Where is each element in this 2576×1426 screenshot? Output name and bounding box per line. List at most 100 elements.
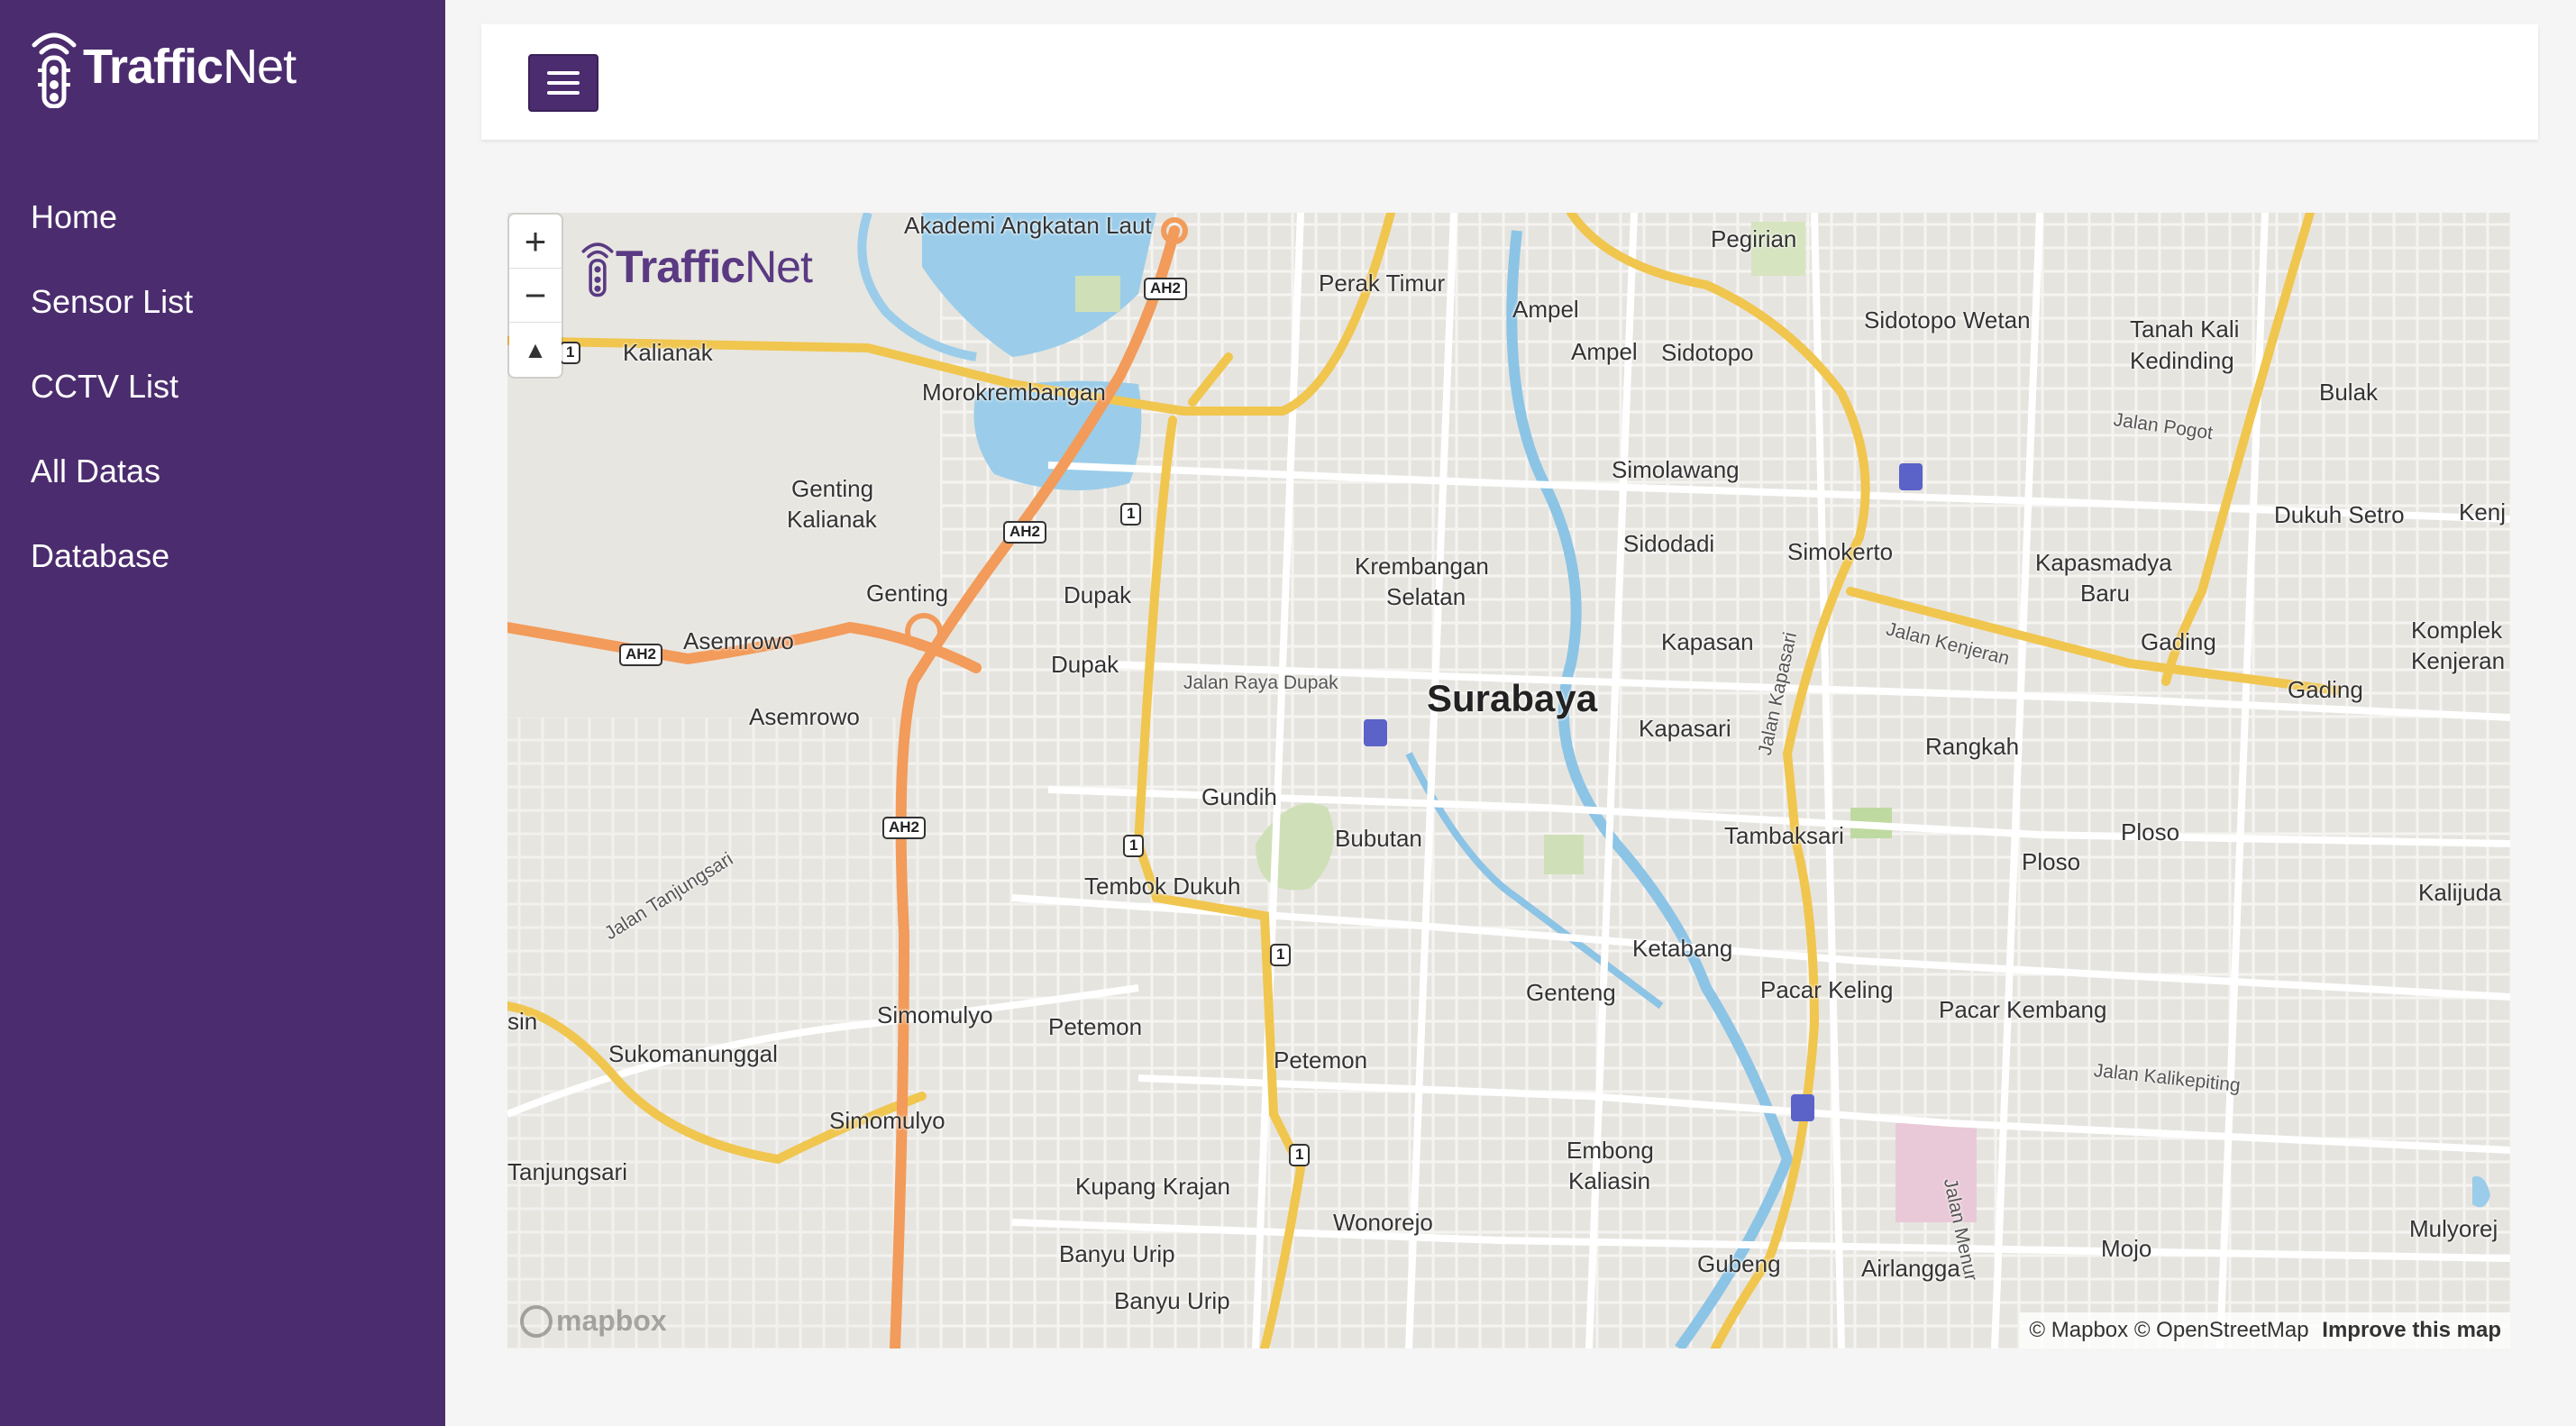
- place-label: Kalianak: [787, 506, 877, 533]
- map-brand-logo: TrafficNet: [580, 231, 813, 303]
- place-label: Dukuh Setro: [2274, 501, 2405, 528]
- road-shield: AH2: [619, 644, 663, 666]
- map-view[interactable]: TrafficNet Akademi Angkatan Laut Perak Ti…: [507, 213, 2510, 1348]
- place-label: Akademi Angkatan Laut: [904, 213, 1152, 239]
- mapbox-icon: [520, 1304, 553, 1338]
- place-label: Kapasmadya: [2035, 549, 2172, 576]
- place-label: Simomulyo: [877, 1001, 993, 1028]
- place-label: Mulyorej: [2409, 1215, 2498, 1242]
- sidebar-nav: Home Sensor List CCTV List All Datas Dat…: [31, 187, 193, 611]
- place-label: Ampel: [1512, 296, 1579, 323]
- mapbox-logo[interactable]: mapbox: [520, 1304, 667, 1338]
- place-label: Petemon: [1048, 1013, 1143, 1040]
- place-label: Ampel: [1571, 338, 1638, 365]
- place-label: Tambaksari: [1724, 822, 1844, 849]
- sidebar: TrafficNet Home Sensor List CCTV List Al…: [0, 0, 445, 1426]
- road-shield: 1: [1289, 1144, 1311, 1166]
- brand-name: TrafficNet: [83, 40, 297, 94]
- place-label: Gading: [2288, 676, 2363, 703]
- road-shield: 1: [560, 342, 581, 364]
- map-tiles: [507, 213, 2510, 1348]
- zoom-controls: + − ▲: [509, 215, 562, 377]
- nav-home[interactable]: Home: [31, 187, 193, 272]
- place-label: Pegirian: [1711, 225, 1797, 252]
- zoom-out-button[interactable]: −: [509, 269, 562, 323]
- place-label: Petemon: [1274, 1047, 1368, 1074]
- brand-logo[interactable]: TrafficNet: [29, 22, 297, 112]
- place-label: Bulak: [2319, 379, 2379, 406]
- place-label: Simokerto: [1787, 538, 1894, 565]
- place-label: Kapasan: [1661, 628, 1754, 655]
- place-label: Genting: [866, 580, 949, 607]
- road-shield: AH2: [882, 817, 927, 839]
- place-label: Genteng: [1526, 979, 1616, 1006]
- place-label: Tembok Dukuh: [1084, 873, 1241, 900]
- place-label: Banyu Urip: [1059, 1240, 1175, 1267]
- place-label: Selatan: [1386, 583, 1466, 610]
- place-label: Baru: [2080, 580, 2130, 607]
- place-label: Kedinding: [2130, 347, 2234, 374]
- road-shield: 1: [1270, 944, 1292, 966]
- place-label: Gading: [2141, 628, 2216, 655]
- place-label: Dupak: [1051, 651, 1119, 678]
- place-label: Pacar Kembang: [1939, 996, 2107, 1023]
- nav-sensor-list[interactable]: Sensor List: [31, 272, 193, 357]
- place-label: Gundih: [1201, 783, 1277, 810]
- place-label: Ploso: [2121, 818, 2180, 846]
- attribution-osm-link[interactable]: © OpenStreetMap: [2134, 1318, 2309, 1342]
- place-label: Kupang Krajan: [1075, 1173, 1231, 1200]
- place-label: Pacar Keling: [1760, 976, 1894, 1003]
- nav-cctv-list[interactable]: CCTV List: [31, 357, 193, 442]
- place-label: Sidodadi: [1623, 530, 1715, 557]
- place-label: Kalianak: [623, 339, 713, 366]
- place-label: Mojo: [2101, 1235, 2152, 1262]
- place-label: Airlangga: [1861, 1255, 1960, 1282]
- train-station-icon: [1364, 719, 1387, 746]
- place-label: Asemrowo: [749, 703, 860, 730]
- place-label: Kalijuda: [2418, 879, 2502, 906]
- hamburger-icon: [547, 71, 580, 75]
- place-label: Kaliasin: [1568, 1167, 1651, 1194]
- place-label: Genting: [791, 475, 874, 502]
- road-shield: AH2: [1144, 278, 1188, 300]
- place-label: Ploso: [2022, 848, 2081, 875]
- place-label: Kapasari: [1639, 715, 1731, 742]
- compass-button[interactable]: ▲: [509, 323, 562, 377]
- traffic-light-icon: [581, 242, 614, 297]
- place-label: Banyu Urip: [1114, 1287, 1230, 1314]
- place-label: Sukomanunggal: [608, 1040, 778, 1067]
- road-shield: AH2: [1003, 521, 1047, 544]
- nav-database[interactable]: Database: [31, 526, 193, 611]
- place-label: Gubeng: [1697, 1250, 1781, 1277]
- improve-map-link[interactable]: Improve this map: [2322, 1318, 2501, 1342]
- road-shield: 1: [1120, 503, 1142, 526]
- place-label: Tanah Kali: [2130, 315, 2240, 343]
- city-label: Surabaya: [1427, 677, 1598, 719]
- place-label: Sidotopo Wetan: [1864, 306, 2031, 334]
- nav-all-datas[interactable]: All Datas: [31, 442, 193, 526]
- place-label: Komplek: [2411, 617, 2503, 644]
- place-label: Wonorejo: [1333, 1209, 1433, 1236]
- map-attribution: © Mapbox © OpenStreetMap Improve this ma…: [2020, 1312, 2510, 1348]
- place-label: Simolawang: [1612, 456, 1740, 483]
- place-label: Simomulyo: [829, 1107, 945, 1134]
- road-shield: 1: [1123, 835, 1145, 857]
- place-label: Ketabang: [1632, 935, 1733, 962]
- place-label: Sidotopo: [1661, 339, 1754, 366]
- place-label: Dupak: [1064, 581, 1132, 608]
- road-label: Jalan Raya Dupak: [1183, 672, 1338, 693]
- topbar: [481, 24, 2538, 140]
- place-label: Asemrowo: [683, 627, 794, 654]
- place-label: Tanjungsari: [507, 1158, 627, 1185]
- place-label: Kenjeran: [2411, 647, 2506, 674]
- traffic-light-icon: [32, 32, 77, 108]
- place-label: Perak Timur: [1319, 270, 1446, 297]
- menu-toggle-button[interactable]: [528, 54, 598, 112]
- place-label: Rangkah: [1925, 733, 2020, 760]
- place-label: Krembangan: [1355, 553, 1489, 580]
- attribution-mapbox-link[interactable]: © Mapbox: [2029, 1318, 2128, 1342]
- place-label: Morokrembangan: [922, 379, 1106, 406]
- place-label: Embong: [1567, 1137, 1654, 1164]
- zoom-in-button[interactable]: +: [509, 215, 562, 269]
- place-label: Bubutan: [1335, 825, 1422, 852]
